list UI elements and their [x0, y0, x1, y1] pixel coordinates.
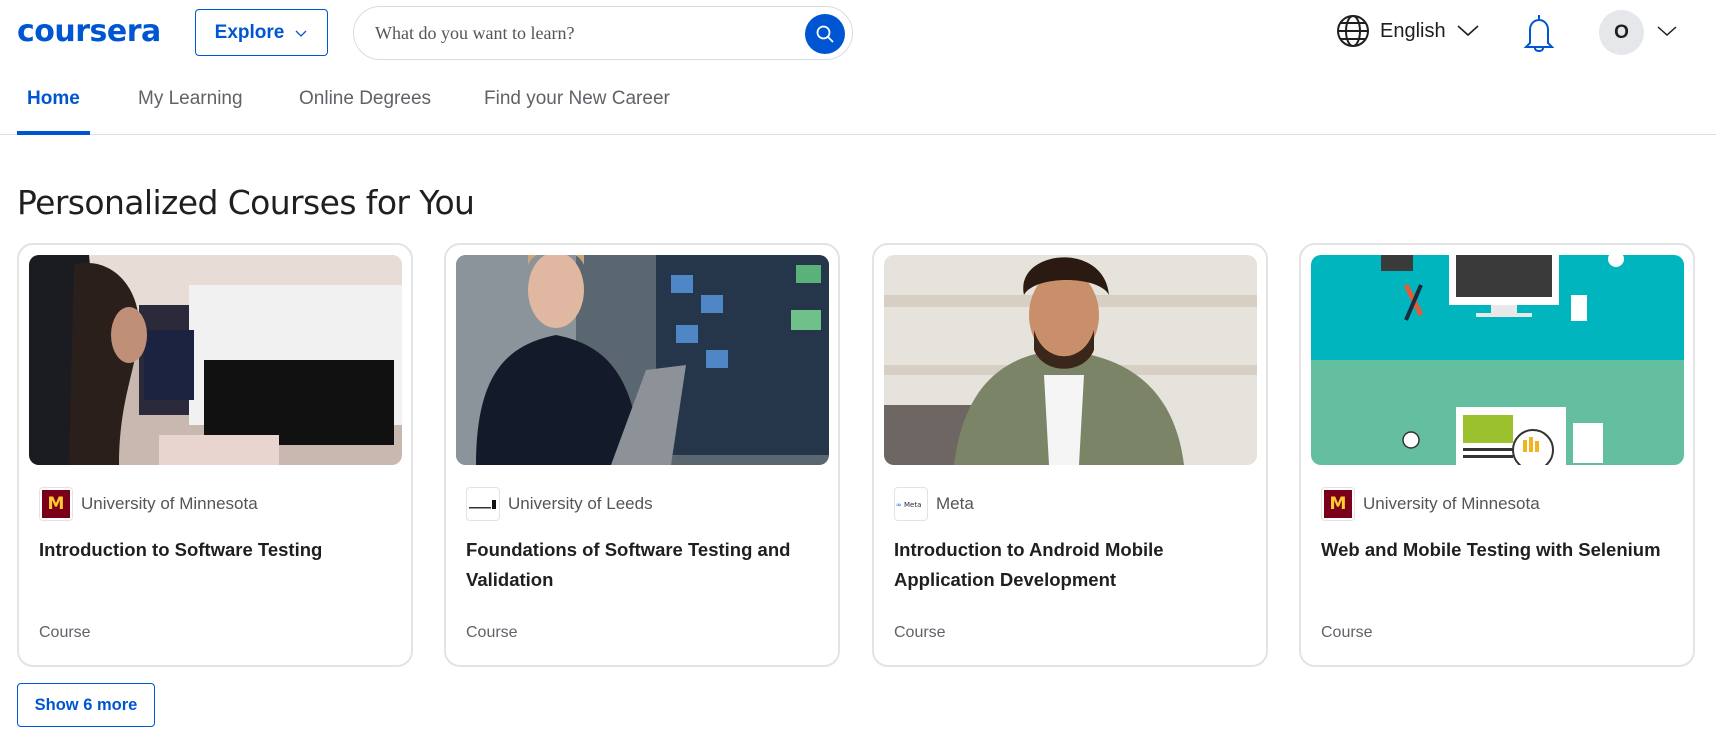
course-card[interactable]: M University of Minnesota Web and Mobile…: [1299, 243, 1695, 667]
language-label: English: [1380, 19, 1446, 42]
language-selector[interactable]: English: [1336, 14, 1480, 48]
meta-logo-icon: ∞ Meta: [894, 487, 928, 521]
coursera-logo[interactable]: coursera: [17, 14, 161, 49]
course-type: Course: [466, 624, 518, 641]
tab-my-learning[interactable]: My Learning: [138, 88, 243, 135]
avatar[interactable]: O: [1599, 10, 1644, 55]
tab-find-new-career[interactable]: Find your New Career: [484, 88, 670, 135]
search-bar: [353, 6, 853, 60]
course-type: Course: [894, 624, 946, 641]
course-type: Course: [1321, 624, 1373, 641]
course-title[interactable]: Web and Mobile Testing with Selenium: [1321, 535, 1676, 565]
course-title[interactable]: Foundations of Software Testing and Vali…: [466, 535, 821, 595]
show-more-button[interactable]: Show 6 more: [17, 683, 155, 727]
course-type: Course: [39, 624, 91, 641]
partner: ∞ Meta Meta: [894, 487, 974, 521]
partner-name: University of Minnesota: [81, 494, 258, 513]
partner: M University of Minnesota: [39, 487, 258, 521]
notifications-button[interactable]: [1522, 13, 1556, 58]
course-image: [29, 255, 402, 465]
main-tabs: Home My Learning Online Degrees Find you…: [0, 78, 1716, 135]
partner-name: University of Minnesota: [1363, 494, 1540, 513]
top-navigation-bar: coursera Explore English O: [0, 0, 1716, 70]
course-image: [884, 255, 1257, 465]
chevron-down-icon[interactable]: [1656, 25, 1678, 39]
course-card[interactable]: M University of Minnesota Introduction t…: [17, 243, 413, 667]
course-image: [456, 255, 829, 465]
leeds-logo-icon: [466, 487, 500, 521]
partner: M University of Minnesota: [1321, 487, 1540, 521]
partner-name: Meta: [936, 494, 974, 513]
partner-name: University of Leeds: [508, 494, 653, 513]
course-card[interactable]: ∞ Meta Meta Introduction to Android Mobil…: [872, 243, 1268, 667]
course-card[interactable]: University of Leeds Foundations of Softw…: [444, 243, 840, 667]
search-input[interactable]: [375, 22, 775, 44]
tab-online-degrees[interactable]: Online Degrees: [299, 88, 431, 135]
course-title[interactable]: Introduction to Software Testing: [39, 535, 394, 565]
course-image: [1311, 255, 1684, 465]
bell-icon: [1523, 15, 1555, 52]
svg-text:∞: ∞: [896, 501, 902, 509]
course-title[interactable]: Introduction to Android Mobile Applicati…: [894, 535, 1249, 595]
chevron-down-icon: [295, 30, 307, 37]
search-icon: [816, 25, 834, 43]
globe-icon: [1337, 15, 1369, 47]
chevron-down-icon: [1457, 25, 1479, 37]
umn-logo-icon: M: [39, 487, 73, 521]
tab-home[interactable]: Home: [17, 88, 90, 135]
partner: University of Leeds: [466, 487, 653, 521]
search-button[interactable]: [805, 14, 845, 54]
explore-label: Explore: [214, 21, 285, 43]
explore-button[interactable]: Explore: [195, 9, 328, 56]
section-title: Personalized Courses for You: [17, 183, 475, 222]
svg-text:Meta: Meta: [904, 501, 921, 509]
umn-logo-icon: M: [1321, 487, 1355, 521]
